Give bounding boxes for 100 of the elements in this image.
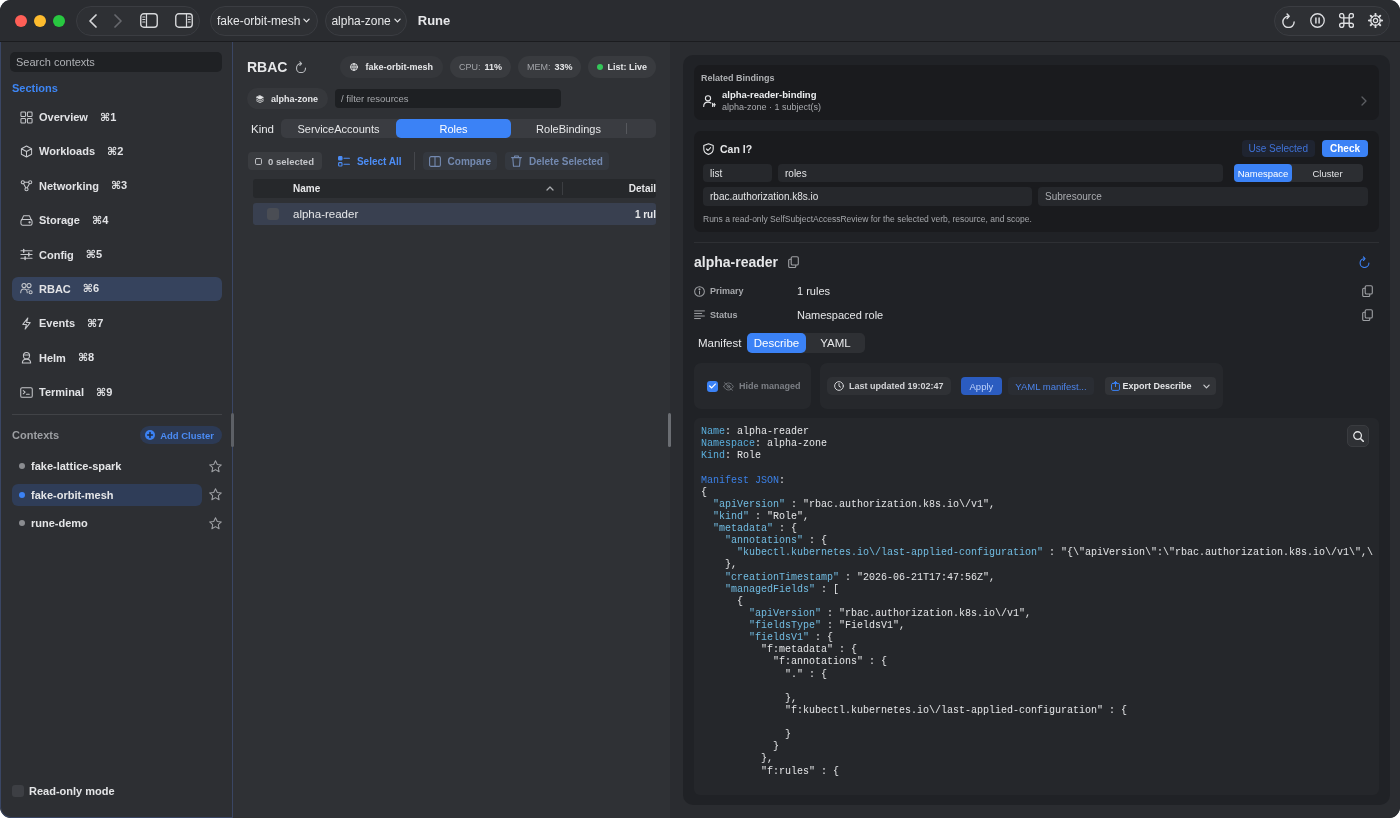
binding-meta: alpha-zone · 1 subject(s) [722,102,822,113]
context-item[interactable]: fake-orbit-mesh [12,483,202,506]
scope-tab[interactable]: Namespace [1234,164,1292,182]
api-group-field[interactable]: rbac.authorization.k8s.io [703,187,1032,206]
panel-toggle-icon[interactable] [175,13,193,28]
refresh-icon[interactable] [1281,13,1296,28]
code-line: "annotations" : { [725,535,828,547]
clock-icon [834,381,844,391]
close-button[interactable] [15,14,27,27]
code-line: "fieldsV1" : { [749,632,834,644]
layers-icon [256,94,264,103]
back-icon[interactable] [89,13,97,28]
nav-item[interactable]: Helm ⌘8 [12,345,222,370]
person-icon [703,95,716,107]
code-line: { [701,486,707,499]
check-button[interactable]: Check [1322,140,1368,157]
refresh-icon[interactable] [1359,256,1370,268]
code-line: }, [725,559,737,572]
export-icon [1110,381,1120,391]
columns-icon [428,155,441,167]
namespace-name: alpha-zone [271,93,318,104]
star-icon[interactable] [209,516,222,530]
terminal-icon [20,385,33,399]
kind-tab[interactable]: RoleBindings [511,119,626,138]
use-selected-button[interactable]: Use Selected [1241,140,1315,157]
section-heading: Contexts [12,428,60,442]
star-icon[interactable] [209,459,222,473]
nav-item[interactable]: Config ⌘5 [12,242,222,267]
nav-item[interactable]: Workloads ⌘2 [12,139,222,164]
chevron-right-icon[interactable] [1361,96,1367,106]
column-header[interactable]: Detail [628,183,656,194]
binding-name[interactable]: alpha-reader-binding [722,89,822,100]
sliders-icon [20,248,33,262]
people-icon [20,282,33,296]
code-line: "managedFields" : [ [725,583,840,596]
shield-check-icon [703,142,714,155]
panel-title: Related Bindings [701,73,776,84]
grid-icon [20,110,33,124]
copy-icon[interactable] [788,256,800,268]
nav-item[interactable]: Networking ⌘3 [12,173,222,198]
context-item[interactable]: rune-demo [12,512,202,535]
square-icon [255,157,262,165]
metric-value: 33% [554,62,573,72]
live-status: List: Live [607,62,647,72]
nav-item[interactable]: Terminal ⌘9 [12,380,222,405]
add-cluster-button[interactable]: Add Cluster [140,426,222,445]
resource-field[interactable]: roles [778,164,1223,182]
verb-field[interactable]: list [703,164,772,182]
copy-icon[interactable] [1362,309,1373,321]
code-line: }, [785,692,797,705]
kind-tab[interactable]: ServiceAccounts [281,119,396,138]
filter-field[interactable]: / filter resources [335,89,561,108]
settings-icon[interactable] [1368,13,1383,28]
command-icon[interactable] [1339,13,1354,28]
view-mode-tab[interactable]: Describe [747,333,806,353]
refresh-icon[interactable] [295,61,308,73]
view-mode-tab[interactable]: YAML [806,333,865,353]
copy-icon[interactable] [1362,285,1373,297]
code-line: }, [761,753,773,766]
resize-handle[interactable] [231,413,234,447]
checklist-icon [337,155,350,167]
search-button[interactable] [1347,425,1369,447]
pause-icon[interactable] [1310,13,1325,28]
namespace-chip[interactable]: alpha-zone [247,88,328,109]
column-header[interactable]: Name [293,183,321,194]
nav-item[interactable]: Overview ⌘1 [12,105,222,129]
namespace-dropdown[interactable]: alpha-zone [325,5,407,36]
context-dropdown[interactable]: fake-orbit-mesh [210,5,319,36]
code-line: "metadata" : { [713,523,798,535]
scope-tab[interactable]: Cluster [1292,164,1363,182]
context-item[interactable]: fake-lattice-spark [12,455,202,478]
field-value: Namespaced role [797,309,884,321]
nav-item[interactable]: Events ⌘7 [12,311,222,336]
search-field[interactable]: Search contexts [10,52,222,72]
code-line: "f:rules" : { [761,765,839,778]
forward-icon[interactable] [114,13,123,28]
code-line: Kind: Role [701,450,762,463]
export-button[interactable]: Export Describe [1104,377,1216,395]
apply-button[interactable]: Apply [960,377,1003,395]
sidebar-toggle-icon[interactable] [139,13,158,28]
field-value: 1 rules [797,285,831,297]
resize-handle[interactable] [668,413,671,447]
subresource-field[interactable]: Subresource [1038,187,1368,206]
zoom-button[interactable] [53,14,65,27]
metric-label: CPU: [458,62,481,72]
code-line: "f:annotations" : { [773,656,888,669]
yaml-manifest-link[interactable]: YAML manifest... [1008,377,1094,395]
minimize-button[interactable] [34,14,46,27]
status-dot-icon [19,520,25,527]
status-dot-icon [19,491,25,498]
nav-item[interactable]: RBAC ⌘6 [12,276,222,301]
last-updated-text: Last updated 19:02:47 [849,381,944,391]
text-lines-icon [694,310,705,320]
code-line: "kind" : "Role", [713,510,810,523]
nav-item[interactable]: Storage ⌘4 [12,208,222,233]
code-line: Manifest JSON: [701,474,786,487]
action-button[interactable]: Select All [331,152,408,170]
table-row[interactable]: alpha-reader 1 rul [253,203,656,225]
star-icon[interactable] [209,488,222,502]
kind-tab[interactable]: Roles [396,119,511,138]
